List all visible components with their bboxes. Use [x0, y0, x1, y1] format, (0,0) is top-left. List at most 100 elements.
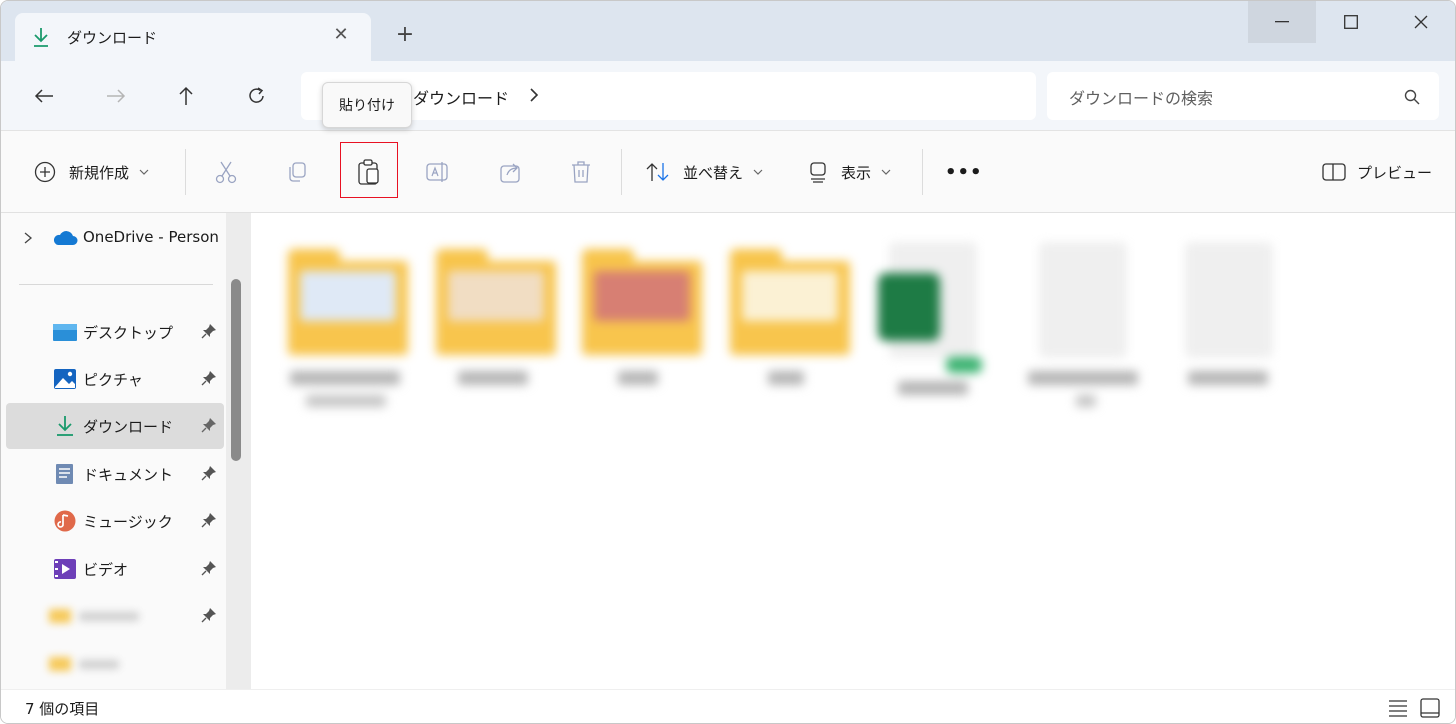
- minimize-button[interactable]: [1248, 1, 1316, 43]
- close-icon: [1414, 15, 1428, 29]
- new-button[interactable]: 新規作成: [33, 147, 149, 197]
- view-icon: [810, 162, 826, 183]
- maximize-icon: [1344, 15, 1358, 29]
- chevron-down-icon: [753, 169, 763, 175]
- search-icon[interactable]: [1403, 88, 1421, 106]
- video-icon: [54, 559, 76, 579]
- sort-icon: [646, 163, 669, 181]
- pin-icon[interactable]: [201, 465, 217, 481]
- rename-icon: [426, 162, 448, 182]
- sidebar-item-label: OneDrive - Person: [83, 228, 219, 246]
- share-button[interactable]: [498, 147, 524, 197]
- refresh-button[interactable]: [242, 81, 272, 111]
- file-item[interactable]: [428, 233, 558, 423]
- new-label: 新規作成: [69, 163, 130, 182]
- desktop-icon: [53, 324, 77, 341]
- blurred-folder-entry: [49, 655, 129, 673]
- sidebar-item-label: ドキュメント: [83, 466, 174, 484]
- cloud-icon: [53, 231, 78, 245]
- file-item[interactable]: [1164, 233, 1294, 423]
- new-tab-button[interactable]: +: [393, 23, 417, 47]
- pin-icon[interactable]: [201, 417, 217, 433]
- file-item[interactable]: [280, 233, 410, 423]
- file-item[interactable]: [574, 233, 704, 423]
- sidebar-item-folder-blurred[interactable]: [1, 593, 223, 639]
- tab-title: ダウンロード: [67, 28, 158, 47]
- share-icon: [500, 163, 520, 183]
- sidebar-item-label: デスクトップ: [83, 324, 174, 342]
- sidebar-item-downloads[interactable]: ダウンロード: [6, 403, 224, 449]
- search-input[interactable]: ダウンロードの検索: [1069, 85, 1213, 109]
- download-icon: [34, 28, 48, 47]
- cut-button[interactable]: [213, 147, 239, 197]
- forward-button[interactable]: [101, 81, 131, 111]
- toolbar-divider: [922, 149, 923, 195]
- file-list: [252, 213, 1455, 689]
- pin-icon[interactable]: [201, 560, 217, 576]
- download-icon: [57, 416, 73, 436]
- delete-button[interactable]: [569, 147, 593, 197]
- chevron-down-icon: [139, 169, 149, 175]
- navigation-pane: OneDrive - Person デスクトップ ピクチャ ダウンロード ドキュ…: [1, 213, 251, 689]
- title-bar: ダウンロード ✕ +: [1, 1, 1455, 61]
- command-bar: 新規作成 並べ替え 表示 ••• プレビュー: [1, 131, 1455, 213]
- sort-label: 並べ替え: [683, 163, 744, 182]
- breadcrumb-downloads[interactable]: ダウンロード: [413, 85, 509, 109]
- view-button[interactable]: 表示: [807, 147, 891, 197]
- file-explorer-window: ダウンロード ✕ + ダウンロード ダウンロードの検索 貼り付け 新規作成 並べ…: [0, 0, 1456, 724]
- plus-circle-icon: [34, 161, 56, 183]
- sidebar-item-folder-blurred[interactable]: [1, 641, 223, 687]
- pin-icon[interactable]: [201, 370, 217, 386]
- copy-button[interactable]: [285, 147, 309, 197]
- pin-icon[interactable]: [201, 607, 217, 623]
- toolbar-divider: [185, 149, 186, 195]
- up-button[interactable]: [171, 81, 201, 111]
- sidebar-item-documents[interactable]: ドキュメント: [1, 451, 223, 497]
- scissors-icon: [215, 161, 237, 184]
- pictures-icon: [54, 369, 76, 389]
- rename-button[interactable]: [425, 147, 451, 197]
- close-tab-button[interactable]: ✕: [331, 25, 351, 45]
- minimize-icon: [1275, 21, 1289, 23]
- music-icon: [54, 510, 76, 532]
- blurred-folder-entry: [49, 607, 145, 625]
- sidebar-item-pictures[interactable]: ピクチャ: [1, 356, 223, 402]
- pin-icon[interactable]: [201, 323, 217, 339]
- preview-label: プレビュー: [1357, 163, 1433, 182]
- arrow-up-icon: [179, 86, 193, 105]
- preview-pane-icon: [1322, 163, 1346, 181]
- arrow-left-icon: [34, 89, 53, 103]
- maximize-button[interactable]: [1316, 1, 1386, 43]
- sidebar-item-desktop[interactable]: デスクトップ: [1, 309, 223, 355]
- copy-icon: [289, 162, 306, 182]
- documents-icon: [56, 464, 73, 484]
- chevron-right-icon[interactable]: [527, 85, 541, 105]
- file-item[interactable]: [722, 233, 852, 423]
- tiles-view-icon[interactable]: [1419, 697, 1441, 719]
- sort-button[interactable]: 並べ替え: [645, 147, 763, 197]
- sidebar-item-videos[interactable]: ビデオ: [1, 546, 223, 592]
- close-window-button[interactable]: [1386, 1, 1455, 43]
- sidebar-item-label: ダウンロード: [83, 418, 174, 436]
- chevron-right-icon[interactable]: [23, 232, 33, 244]
- details-view-icon[interactable]: [1387, 697, 1409, 719]
- pin-icon[interactable]: [201, 512, 217, 528]
- back-button[interactable]: [29, 81, 59, 111]
- tab-downloads[interactable]: ダウンロード ✕: [15, 13, 371, 61]
- sidebar-item-onedrive[interactable]: OneDrive - Person: [1, 215, 223, 261]
- file-item[interactable]: [868, 233, 998, 423]
- preview-pane-button[interactable]: プレビュー: [1321, 147, 1432, 197]
- chevron-down-icon: [881, 169, 891, 175]
- trash-icon: [572, 161, 590, 183]
- file-item[interactable]: [1018, 233, 1148, 423]
- paste-highlight: [340, 142, 398, 198]
- sidebar-item-label: ミュージック: [83, 513, 173, 531]
- paste-tooltip: 貼り付け: [322, 82, 412, 128]
- item-count: 7 個の項目: [25, 700, 100, 718]
- search-box[interactable]: ダウンロードの検索: [1047, 72, 1439, 120]
- sidebar-divider: [19, 284, 213, 285]
- refresh-icon: [249, 87, 264, 103]
- more-options-button[interactable]: •••: [945, 147, 983, 197]
- sidebar-scrollbar-thumb[interactable]: [231, 279, 241, 461]
- sidebar-item-music[interactable]: ミュージック: [1, 498, 223, 544]
